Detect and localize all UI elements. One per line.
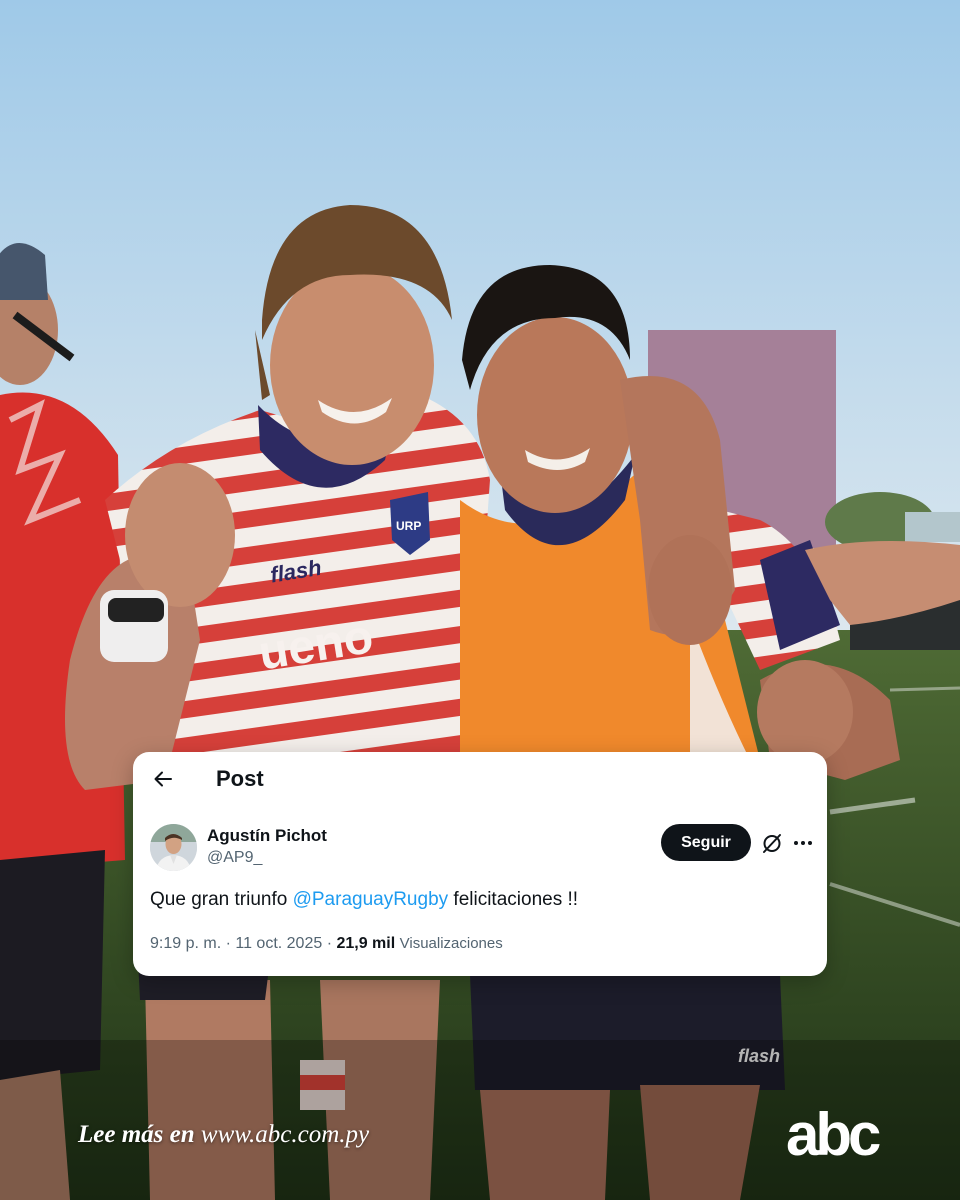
more-horizontal-icon[interactable]: [790, 831, 816, 855]
mention-link[interactable]: @ParaguayRugby: [293, 889, 449, 910]
post-text: Que gran triunfo @ParaguayRugby felicita…: [150, 889, 578, 911]
read-more-caption[interactable]: Lee más en www.abc.com.py: [78, 1121, 369, 1149]
grok-icon[interactable]: [760, 831, 784, 855]
author-name[interactable]: Agustín Pichot: [207, 826, 327, 846]
svg-text:URP: URP: [396, 519, 421, 533]
views-count: 21,9 mil: [336, 935, 396, 952]
site-url: www.abc.com.py: [200, 1121, 370, 1148]
svg-text:abc: abc: [786, 1107, 880, 1163]
abc-logo[interactable]: abc: [784, 1107, 924, 1163]
arrow-left-icon: [154, 771, 172, 787]
post-meta: 9:19 p. m. · 11 oct. 2025 · 21,9 mil Vis…: [150, 935, 503, 953]
post-text-start: Que gran triunfo: [150, 889, 293, 910]
avatar[interactable]: [150, 824, 197, 871]
rugby-players-photo: ueno flash URP flash: [0, 0, 960, 1200]
post-text-end: felicitaciones !!: [448, 889, 579, 910]
follow-button[interactable]: Seguir: [661, 824, 751, 861]
page-title: Post: [216, 766, 264, 791]
read-more-prefix: Lee más en: [78, 1121, 195, 1148]
post-card: Post Agustín Pichot @AP9_ Seguir Que gra…: [133, 752, 827, 976]
back-button[interactable]: [147, 763, 179, 795]
views-label: Visualizaciones: [399, 935, 503, 952]
author-handle[interactable]: @AP9_: [207, 849, 262, 867]
post-timestamp[interactable]: 9:19 p. m. · 11 oct. 2025 ·: [150, 935, 336, 952]
